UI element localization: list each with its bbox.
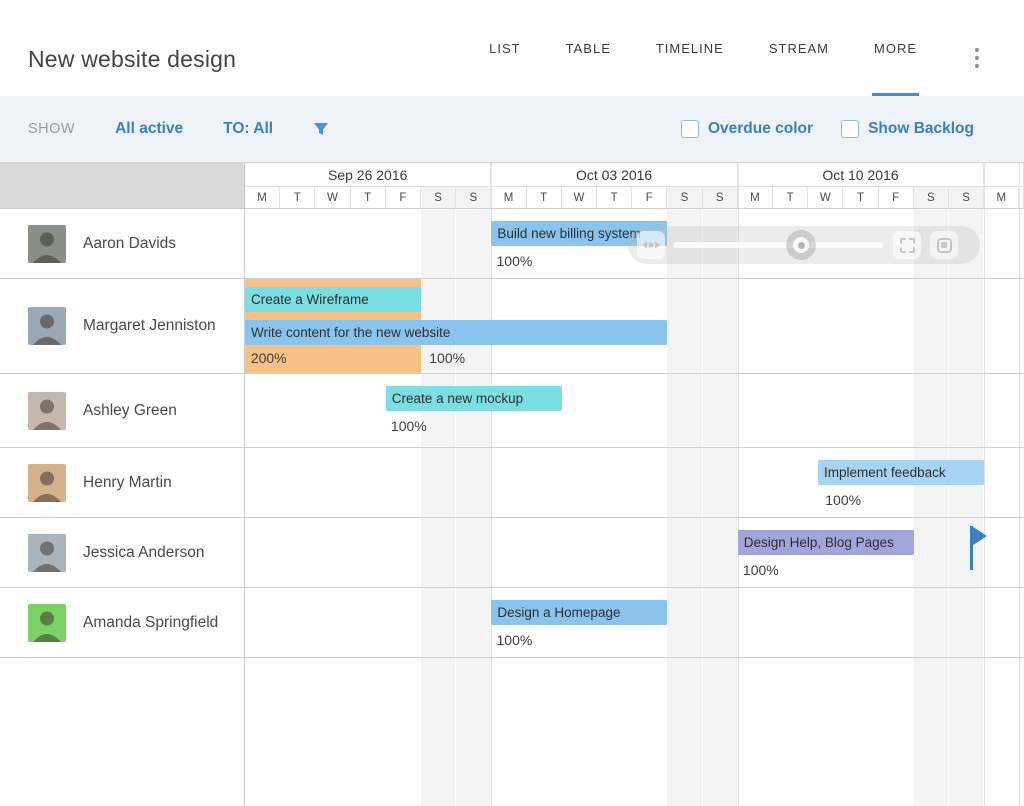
- person-name: Margaret Jenniston: [83, 317, 216, 335]
- tab-timeline[interactable]: TIMELINE: [656, 0, 724, 96]
- person-name: Aaron Davids: [83, 235, 176, 253]
- task-bar[interactable]: Design Help, Blog Pages: [738, 530, 914, 555]
- day-letter-cell: S: [456, 187, 491, 209]
- person-name: Henry Martin: [83, 474, 172, 492]
- workload-percent-label: 100%: [743, 562, 779, 578]
- day-letter-cell: W: [808, 187, 843, 209]
- tab-bar: LIST TABLE TIMELINE STREAM MORE: [489, 0, 917, 96]
- avatar: [28, 604, 66, 642]
- day-letter-cell: T: [351, 187, 386, 209]
- person-row: Create a new mockup 100% Ashley Green: [0, 374, 1024, 448]
- overdue-color-checkbox[interactable]: [681, 120, 699, 138]
- person-name: Amanda Springfield: [83, 614, 218, 632]
- day-letter-cell: T: [843, 187, 878, 209]
- avatar: [28, 307, 66, 345]
- names-column-empty: [0, 658, 245, 806]
- day-letter-cell: F: [879, 187, 914, 209]
- workload-percent-label: 100%: [825, 492, 861, 508]
- day-letter-cell: W: [315, 187, 350, 209]
- day-letter-cell: M: [984, 187, 1019, 209]
- task-bar[interactable]: Create a new mockup: [386, 386, 562, 411]
- week-label: Oct 03 2016: [491, 163, 737, 187]
- show-label: SHOW: [28, 121, 75, 137]
- zoom-slider-track[interactable]: [673, 242, 883, 248]
- chart-corner-cell: [0, 163, 245, 209]
- tab-more[interactable]: MORE: [874, 0, 917, 96]
- active-filter-link[interactable]: All active: [115, 120, 183, 138]
- week-label: Oct 10 2016: [738, 163, 984, 187]
- milestone-flag-icon[interactable]: [970, 526, 987, 575]
- day-letter-cell: [1019, 187, 1024, 209]
- avatar: [28, 534, 66, 572]
- day-letter-cell: T: [773, 187, 808, 209]
- filter-funnel-icon[interactable]: [313, 121, 329, 137]
- tab-list[interactable]: LIST: [489, 0, 520, 96]
- week-label: Sep 26 2016: [245, 163, 491, 187]
- day-letter-cell: T: [597, 187, 632, 209]
- week-label: [984, 163, 1024, 187]
- day-letter-cell: S: [421, 187, 456, 209]
- person-row: Create a Wireframe Write content for the …: [0, 279, 1024, 374]
- day-letter-cell: W: [562, 187, 597, 209]
- avatar: [28, 225, 66, 263]
- day-letter-cell: S: [949, 187, 984, 209]
- show-backlog-toggle[interactable]: Show Backlog: [841, 120, 974, 138]
- person-cell: Jessica Anderson: [0, 518, 245, 587]
- avatar: [28, 392, 66, 430]
- person-name: Ashley Green: [83, 402, 177, 420]
- app: New website design LIST TABLE TIMELINE STRE…: [0, 0, 1024, 806]
- workload-percent-label: 100%: [429, 350, 465, 366]
- fit-to-screen-icon[interactable]: [637, 231, 665, 259]
- task-bar[interactable]: Write content for the new website: [245, 320, 667, 345]
- tab-stream[interactable]: STREAM: [769, 0, 829, 96]
- person-cell: Henry Martin: [0, 448, 245, 517]
- tab-table[interactable]: TABLE: [566, 0, 611, 96]
- show-backlog-label: Show Backlog: [868, 120, 974, 138]
- person-cell: Margaret Jenniston: [0, 279, 245, 373]
- filter-bar: SHOW All active TO: All Overdue color Sh…: [0, 96, 1024, 162]
- person-row: Design Help, Blog Pages 100% Jessica Ander…: [0, 518, 1024, 588]
- workload-percent-label: 100%: [391, 418, 427, 434]
- assignee-filter-link[interactable]: TO: All: [223, 120, 273, 138]
- top-header: New website design LIST TABLE TIMELINE STRE…: [0, 0, 1024, 96]
- zoom-slider-handle[interactable]: [786, 230, 816, 260]
- person-cell: Aaron Davids: [0, 209, 245, 278]
- day-letter-cell: M: [245, 187, 280, 209]
- person-row: Implement feedback 100% Henry Martin: [0, 448, 1024, 518]
- page-title: New website design: [28, 46, 236, 73]
- day-letter-cell: S: [914, 187, 949, 209]
- stop-frame-icon[interactable]: [930, 231, 958, 259]
- day-letter-cell: T: [280, 187, 315, 209]
- overdue-color-label: Overdue color: [708, 120, 813, 138]
- task-bar[interactable]: Create a Wireframe: [245, 287, 421, 312]
- day-letter-cell: M: [491, 187, 526, 209]
- avatar: [28, 464, 66, 502]
- person-cell: Amanda Springfield: [0, 588, 245, 657]
- workload-percent-label: 200%: [251, 350, 287, 366]
- person-cell: Ashley Green: [0, 374, 245, 447]
- overdue-color-toggle[interactable]: Overdue color: [681, 120, 813, 138]
- task-bar[interactable]: Implement feedback: [818, 460, 984, 485]
- day-letter-cell: F: [632, 187, 667, 209]
- day-letter-cell: M: [738, 187, 773, 209]
- person-name: Jessica Anderson: [83, 544, 205, 562]
- day-letter-cell: T: [527, 187, 562, 209]
- workload-percent-label: 100%: [497, 632, 533, 648]
- day-letter-cell: S: [703, 187, 738, 209]
- day-letter-cell: S: [667, 187, 702, 209]
- person-row: Design a Homepage 100% Amanda Springfield: [0, 588, 1024, 658]
- selection-marquee-icon[interactable]: [893, 231, 921, 259]
- workload-percent-label: 100%: [497, 253, 533, 269]
- filter-bar-right: Overdue color Show Backlog: [681, 120, 974, 138]
- show-backlog-checkbox[interactable]: [841, 120, 859, 138]
- task-bar[interactable]: Design a Homepage: [491, 600, 667, 625]
- day-letter-cell: F: [386, 187, 421, 209]
- timeline-zoom-control: [628, 226, 980, 264]
- more-options-kebab-icon[interactable]: [972, 48, 982, 68]
